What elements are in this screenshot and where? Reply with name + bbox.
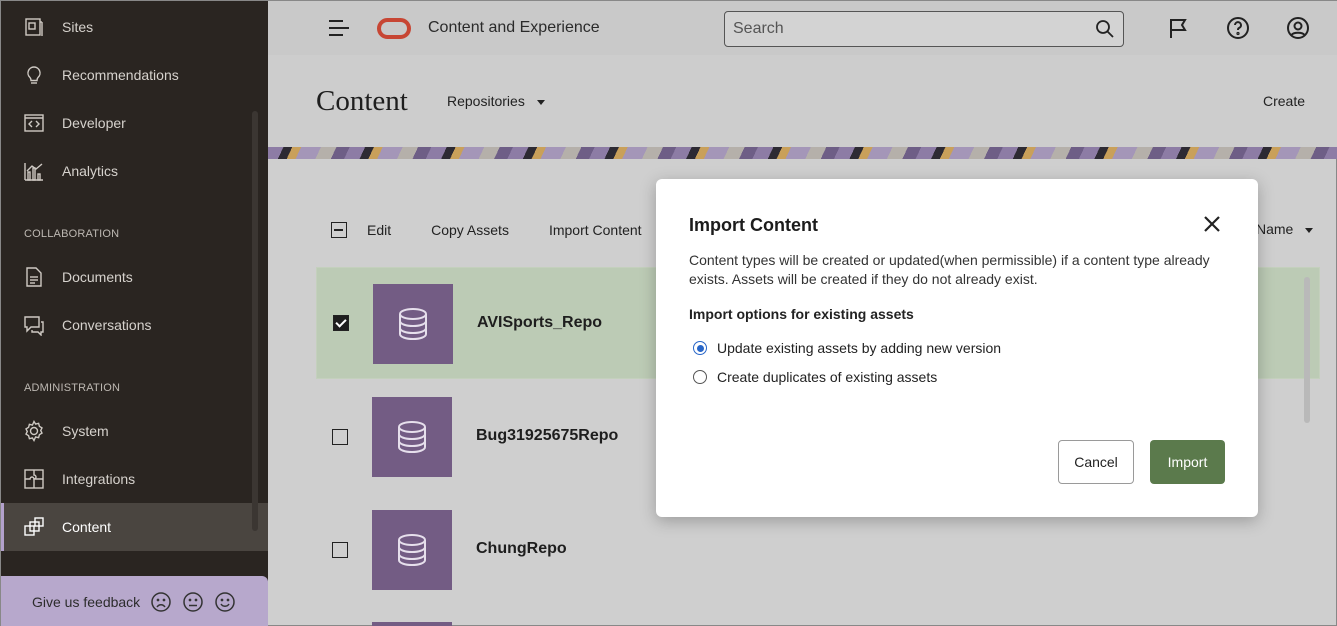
- content-icon: [23, 516, 45, 538]
- import-options-heading: Import options for existing assets: [689, 306, 914, 322]
- import-content-dialog: Import Content Content types will be cre…: [656, 179, 1258, 517]
- next-row-thumbnail-partial: [372, 622, 452, 626]
- cancel-button[interactable]: Cancel: [1058, 440, 1134, 484]
- sidebar-item-analytics[interactable]: Analytics: [1, 147, 268, 195]
- caret-down-icon: [536, 99, 545, 105]
- page-title: Content: [316, 85, 408, 117]
- sidebar-item-label: Conversations: [62, 317, 152, 333]
- repository-name[interactable]: ChungRepo: [476, 540, 567, 558]
- code-icon: [23, 112, 45, 134]
- list-scrollbar[interactable]: [1304, 277, 1310, 423]
- documents-icon: [23, 266, 45, 288]
- sidebar-item-content[interactable]: Content: [1, 503, 268, 551]
- feedback-label: Give us feedback: [32, 593, 141, 610]
- search-icon[interactable]: [1095, 19, 1115, 39]
- row-checkbox[interactable]: [333, 315, 349, 331]
- sidebar-item-label: Integrations: [62, 471, 136, 487]
- feedback-bar: Give us feedback: [1, 576, 268, 626]
- neutral-face-icon[interactable]: [182, 591, 204, 613]
- repositories-label: Repositories: [447, 93, 525, 109]
- gear-icon: [23, 420, 45, 442]
- import-content-button[interactable]: Import Content: [549, 222, 642, 238]
- section-heading-administration: ADMINISTRATION: [24, 382, 121, 394]
- repository-icon: [372, 397, 452, 477]
- decorative-banner: [268, 147, 1337, 159]
- sidebar-item-label: Analytics: [62, 163, 119, 179]
- row-checkbox[interactable]: [332, 429, 348, 445]
- flag-icon[interactable]: [1166, 16, 1190, 40]
- sidebar-item-recommendations[interactable]: Recommendations: [1, 51, 268, 99]
- sidebar-item-label: Sites: [62, 19, 94, 35]
- conversations-icon: [23, 314, 45, 336]
- edit-button[interactable]: Edit: [367, 222, 391, 238]
- section-heading-collaboration: COLLABORATION: [24, 228, 120, 240]
- radio-update-existing[interactable]: [693, 341, 707, 355]
- sidebar-item-label: Developer: [62, 115, 126, 131]
- sidebar-item-label: Recommendations: [62, 67, 179, 83]
- sidebar-item-developer[interactable]: Developer: [1, 99, 268, 147]
- sidebar-item-label: Documents: [62, 269, 133, 285]
- repositories-dropdown[interactable]: Repositories: [447, 93, 545, 109]
- create-button[interactable]: Create: [1263, 93, 1305, 109]
- repository-name[interactable]: AVISports_Repo: [477, 314, 602, 332]
- lightbulb-icon: [23, 64, 45, 86]
- sites-icon: [23, 16, 45, 38]
- sort-dropdown[interactable]: Name: [1256, 221, 1314, 237]
- action-toolbar: Edit Copy Assets Import Content: [331, 220, 682, 240]
- help-icon[interactable]: [1226, 16, 1250, 40]
- happy-face-icon[interactable]: [214, 591, 236, 613]
- hamburger-menu-icon[interactable]: [328, 19, 350, 37]
- copy-assets-button[interactable]: Copy Assets: [431, 222, 509, 238]
- user-profile-icon[interactable]: [1286, 16, 1310, 40]
- content-header: Content Repositories Create: [268, 55, 1337, 147]
- option-label: Create duplicates of existing assets: [717, 369, 938, 385]
- option-label: Update existing assets by adding new ver…: [717, 340, 1002, 356]
- sidebar-item-system[interactable]: System: [1, 407, 268, 455]
- select-all-checkbox[interactable]: [331, 222, 347, 238]
- repository-icon: [372, 510, 452, 590]
- sidebar-item-sites[interactable]: Sites: [1, 3, 268, 51]
- import-button[interactable]: Import: [1150, 440, 1225, 484]
- dialog-title: Import Content: [689, 215, 818, 235]
- app-title: Content and Experience: [428, 19, 600, 36]
- analytics-icon: [23, 160, 45, 182]
- option-update-existing[interactable]: Update existing assets by adding new ver…: [693, 340, 1001, 356]
- close-icon[interactable]: [1203, 215, 1221, 233]
- dialog-description: Content types will be created or updated…: [689, 252, 1210, 287]
- option-create-duplicates[interactable]: Create duplicates of existing assets: [693, 369, 937, 385]
- integrations-icon: [23, 468, 45, 490]
- repository-name[interactable]: Bug31925675Repo: [476, 427, 618, 445]
- sad-face-icon[interactable]: [150, 591, 172, 613]
- repository-icon: [373, 284, 453, 364]
- sidebar-scrollbar[interactable]: [252, 111, 258, 531]
- top-bar: Content and Experience: [268, 1, 1337, 55]
- sidebar-item-integrations[interactable]: Integrations: [1, 455, 268, 503]
- radio-create-duplicates[interactable]: [693, 370, 707, 384]
- sidebar: Sites Recommendations Developer Analytic…: [1, 1, 268, 626]
- search-box: [724, 11, 1124, 47]
- row-checkbox[interactable]: [332, 542, 348, 558]
- sidebar-item-documents[interactable]: Documents: [1, 253, 268, 301]
- oracle-logo[interactable]: [377, 18, 411, 39]
- sidebar-item-conversations[interactable]: Conversations: [1, 301, 268, 349]
- sort-label: Name: [1256, 221, 1294, 237]
- search-input[interactable]: [733, 20, 1073, 38]
- caret-down-icon: [1305, 227, 1314, 233]
- sidebar-item-label: System: [62, 423, 109, 439]
- sidebar-item-label: Content: [62, 519, 112, 535]
